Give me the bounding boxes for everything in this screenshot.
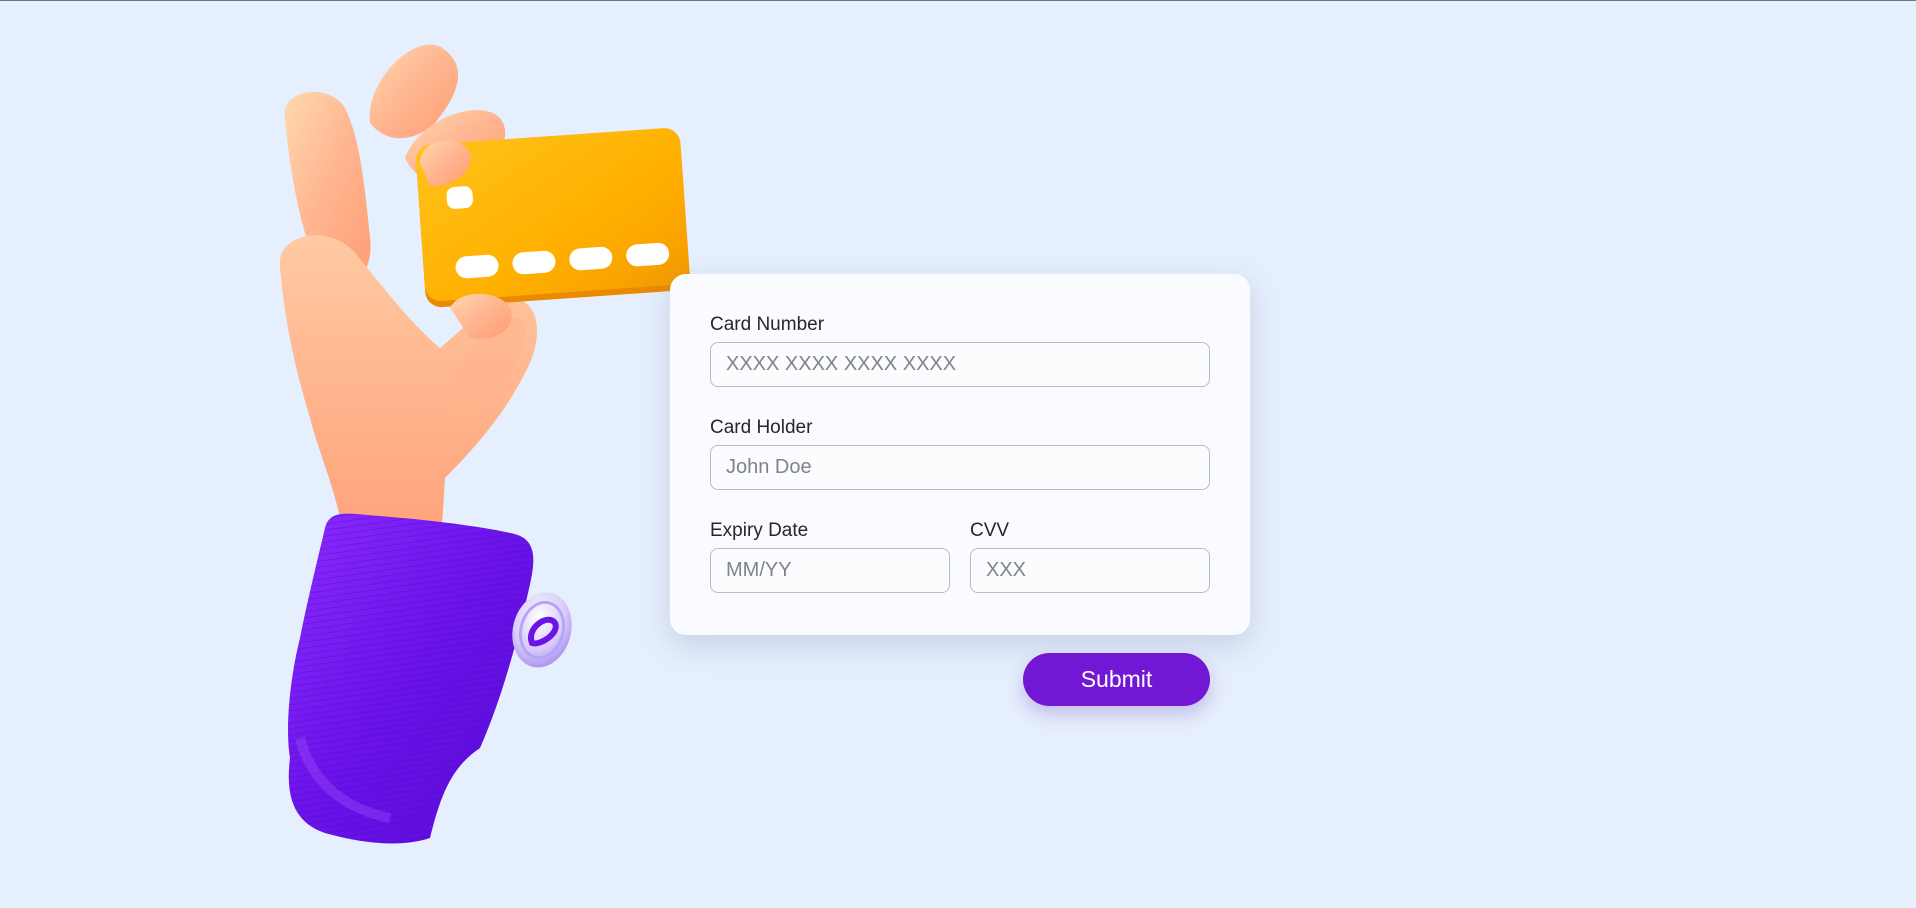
top-border-line	[0, 0, 1916, 1]
cvv-label: CVV	[970, 520, 1010, 541]
expiry-date-label: Expiry Date	[710, 520, 809, 541]
expiry-date-input[interactable]	[710, 548, 950, 593]
submit-button[interactable]: Submit	[1023, 653, 1210, 706]
payment-form-card: Card Number Card Holder Expiry Date CVV	[670, 274, 1250, 635]
card-holder-input[interactable]	[710, 445, 1210, 490]
card-number-label: Card Number	[710, 314, 825, 335]
card-holder-label: Card Holder	[710, 417, 813, 438]
card-number-input[interactable]	[710, 342, 1210, 387]
cvv-input[interactable]	[970, 548, 1210, 593]
